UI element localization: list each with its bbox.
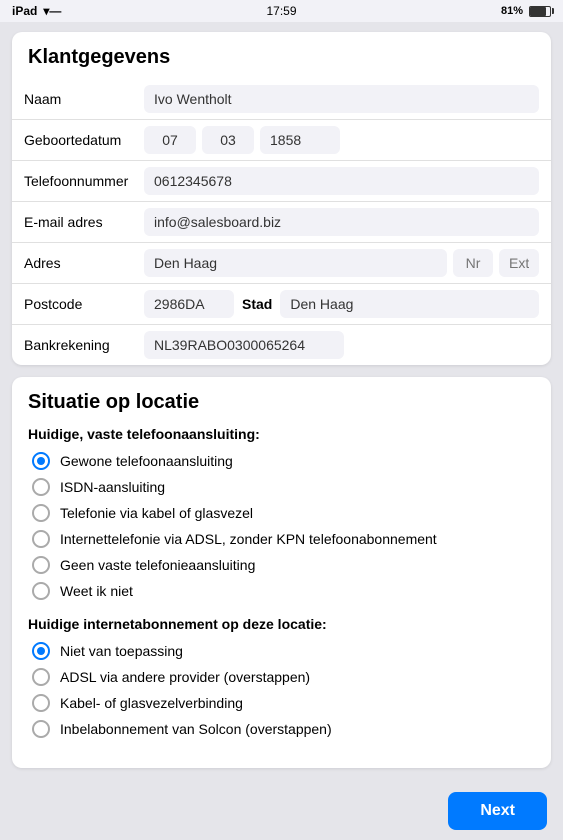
bankrekening-input[interactable] <box>144 331 344 359</box>
stad-input[interactable] <box>280 290 539 318</box>
battery-icon <box>529 6 551 17</box>
adres-input[interactable] <box>144 249 447 277</box>
status-left: iPad ▾— <box>12 4 61 18</box>
bankrekening-row: Bankrekening <box>12 325 551 365</box>
radio-circle-isdn <box>32 478 50 496</box>
main-content: Klantgegevens Naam Geboortedatum Telefoo… <box>0 22 563 840</box>
radio-label-geen-vast: Geen vaste telefonieaansluiting <box>60 557 255 573</box>
telefoonnummer-label: Telefoonnummer <box>24 173 144 189</box>
radio-label-niet: Niet van toepassing <box>60 643 183 659</box>
status-bar: iPad ▾— 17:59 81% <box>0 0 563 22</box>
radio-label-weet-niet: Weet ik niet <box>60 583 133 599</box>
naam-row: Naam <box>12 79 551 120</box>
battery-percent: 81% <box>501 5 523 17</box>
radio-circle-glasvezel <box>32 694 50 712</box>
geboortedatum-label: Geboortedatum <box>24 132 144 148</box>
device-label: iPad <box>12 4 37 18</box>
radio-adsl[interactable]: Internettelefonie via ADSL, zonder KPN t… <box>32 530 535 548</box>
radio-label-adsl: Internettelefonie via ADSL, zonder KPN t… <box>60 531 437 547</box>
radio-kabel[interactable]: Telefonie via kabel of glasvezel <box>32 504 535 522</box>
situatie-card: Situatie op locatie Huidige, vaste telef… <box>12 377 551 768</box>
klantgegevens-card: Klantgegevens Naam Geboortedatum Telefoo… <box>12 32 551 365</box>
radio-circle-gewone <box>32 452 50 470</box>
radio-label-isdn: ISDN-aansluiting <box>60 479 165 495</box>
radio-circle-adsl-other <box>32 668 50 686</box>
bankrekening-label: Bankrekening <box>24 337 144 353</box>
birth-month-input[interactable] <box>202 126 254 154</box>
radio-adsl-other[interactable]: ADSL via andere provider (overstappen) <box>32 668 535 686</box>
adres-label: Adres <box>24 255 144 271</box>
next-button-row: Next <box>0 782 563 840</box>
radio-niet-van-toepassing[interactable]: Niet van toepassing <box>32 642 535 660</box>
radio-geen-vast[interactable]: Geen vaste telefonieaansluiting <box>32 556 535 574</box>
radio-circle-kabel <box>32 504 50 522</box>
adres-ext-input[interactable] <box>499 249 539 277</box>
naam-label: Naam <box>24 91 144 107</box>
email-input[interactable] <box>144 208 539 236</box>
telefoon-radio-group: Gewone telefoonaansluiting ISDN-aansluit… <box>28 452 535 600</box>
birth-year-input[interactable] <box>260 126 340 154</box>
postcode-label: Postcode <box>24 296 144 312</box>
radio-label-inbel: Inbelabonnement van Solcon (overstappen) <box>60 721 332 737</box>
wifi-icon: ▾— <box>43 4 61 18</box>
radio-circle-geen-vast <box>32 556 50 574</box>
radio-label-gewone: Gewone telefoonaansluiting <box>60 453 233 469</box>
postcode-group: Stad <box>144 290 539 318</box>
radio-label-adsl-other: ADSL via andere provider (overstappen) <box>60 669 310 685</box>
adres-row: Adres <box>12 243 551 284</box>
stad-label: Stad <box>242 296 272 312</box>
radio-circle-adsl <box>32 530 50 548</box>
status-right: 81% <box>501 5 551 17</box>
radio-label-kabel: Telefonie via kabel of glasvezel <box>60 505 253 521</box>
birth-day-input[interactable] <box>144 126 196 154</box>
email-row: E-mail adres <box>12 202 551 243</box>
radio-circle-weet-niet <box>32 582 50 600</box>
radio-gewone[interactable]: Gewone telefoonaansluiting <box>32 452 535 470</box>
address-group <box>144 249 539 277</box>
radio-inbel[interactable]: Inbelabonnement van Solcon (overstappen) <box>32 720 535 738</box>
radio-circle-niet <box>32 642 50 660</box>
telefoon-section-title: Huidige, vaste telefoonaansluiting: <box>28 426 535 442</box>
postcode-input[interactable] <box>144 290 234 318</box>
email-label: E-mail adres <box>24 214 144 230</box>
radio-label-glasvezel: Kabel- of glasvezelverbinding <box>60 695 243 711</box>
radio-circle-inbel <box>32 720 50 738</box>
next-button[interactable]: Next <box>448 792 547 830</box>
naam-input[interactable] <box>144 85 539 113</box>
postcode-row: Postcode Stad <box>12 284 551 325</box>
telefoonnummer-input[interactable] <box>144 167 539 195</box>
adres-nr-input[interactable] <box>453 249 493 277</box>
internet-radio-group: Niet van toepassing ADSL via andere prov… <box>28 642 535 738</box>
radio-glasvezel[interactable]: Kabel- of glasvezelverbinding <box>32 694 535 712</box>
date-group <box>144 126 340 154</box>
klantgegevens-title: Klantgegevens <box>12 32 551 79</box>
situatie-title: Situatie op locatie <box>28 391 535 414</box>
telefoonnummer-row: Telefoonnummer <box>12 161 551 202</box>
internet-section-title: Huidige internetabonnement op deze locat… <box>28 616 535 632</box>
geboortedatum-row: Geboortedatum <box>12 120 551 161</box>
radio-weet-niet[interactable]: Weet ik niet <box>32 582 535 600</box>
radio-isdn[interactable]: ISDN-aansluiting <box>32 478 535 496</box>
status-time: 17:59 <box>266 4 296 18</box>
